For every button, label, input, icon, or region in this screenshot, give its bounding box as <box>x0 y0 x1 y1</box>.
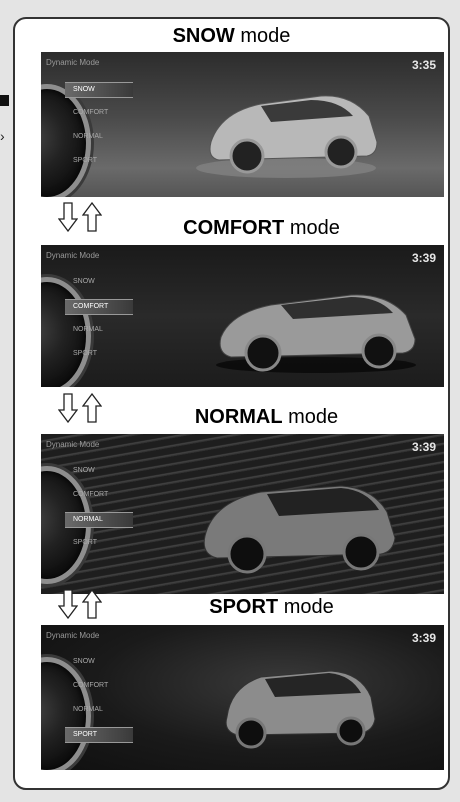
down-arrow-icon <box>58 589 78 619</box>
menu-option-snow[interactable]: SNOW <box>65 275 133 289</box>
clock: 3:39 <box>411 440 436 454</box>
mode-name: SNOW <box>172 25 235 47</box>
menu-option-sport[interactable]: SPORT <box>65 727 133 743</box>
menu-option-normal[interactable]: NORMAL <box>65 323 133 337</box>
car-image <box>196 95 378 178</box>
car-image <box>216 294 416 373</box>
car-image <box>203 485 396 574</box>
dynamic-mode-label: Dynamic Mode <box>46 440 100 449</box>
sport-mode-title: SPORT mode <box>95 596 448 619</box>
mode-name: NORMAL <box>194 406 283 428</box>
sport-mode-screen: Dynamic Mode 3:39 SNOW COMFORT NORMAL SP… <box>41 625 444 770</box>
menu-option-sport[interactable]: SPORT <box>65 154 133 168</box>
normal-mode-screen: Dynamic Mode 3:39 SNOW COMFORT NORMAL SP… <box>41 434 444 594</box>
mode-name: COMFORT <box>183 217 285 239</box>
menu-option-normal[interactable]: NORMAL <box>65 703 133 717</box>
snow-mode-title: SNOW mode <box>15 25 448 48</box>
mode-panel: SNOW mode Dynamic Mode 3:35 SNOW COMFORT… <box>13 17 450 790</box>
snow-mode-screen: Dynamic Mode 3:35 SNOW COMFORT NORMAL SP… <box>41 52 444 197</box>
clock: 3:39 <box>411 251 436 265</box>
menu-option-normal[interactable]: NORMAL <box>65 512 133 528</box>
mode-suffix: mode <box>283 596 334 618</box>
menu-option-snow[interactable]: SNOW <box>65 655 133 669</box>
menu-option-comfort[interactable]: COMFORT <box>65 106 133 120</box>
menu-option-normal[interactable]: NORMAL <box>65 130 133 144</box>
mode-suffix: mode <box>240 25 291 47</box>
menu-option-sport[interactable]: SPORT <box>65 347 133 361</box>
mode-menu: SNOW COMFORT NORMAL SPORT <box>41 645 133 770</box>
mode-suffix: mode <box>288 406 339 428</box>
mode-menu: SNOW COMFORT NORMAL SPORT <box>41 72 133 197</box>
menu-option-snow[interactable]: SNOW <box>65 82 133 98</box>
normal-mode-title: NORMAL mode <box>85 406 448 429</box>
dynamic-mode-label: Dynamic Mode <box>46 58 100 67</box>
chevron-right-icon: › <box>0 128 5 144</box>
car-image <box>225 670 376 749</box>
menu-option-comfort[interactable]: COMFORT <box>65 488 133 502</box>
menu-option-comfort[interactable]: COMFORT <box>65 679 133 693</box>
menu-option-sport[interactable]: SPORT <box>65 536 133 550</box>
mode-name: SPORT <box>209 596 279 618</box>
section-marker <box>0 95 9 106</box>
down-arrow-icon <box>58 393 78 423</box>
mode-suffix: mode <box>289 217 340 239</box>
dynamic-mode-label: Dynamic Mode <box>46 631 100 640</box>
clock: 3:39 <box>411 631 436 645</box>
mode-menu: SNOW COMFORT NORMAL SPORT <box>41 265 133 387</box>
dynamic-mode-label: Dynamic Mode <box>46 251 100 260</box>
menu-option-snow[interactable]: SNOW <box>65 464 133 478</box>
mode-menu: SNOW COMFORT NORMAL SPORT <box>41 454 133 584</box>
comfort-mode-title: COMFORT mode <box>75 217 448 240</box>
comfort-mode-screen: Dynamic Mode 3:39 SNOW COMFORT NORMAL SP… <box>41 245 444 387</box>
menu-option-comfort[interactable]: COMFORT <box>65 299 133 315</box>
clock: 3:35 <box>411 58 436 72</box>
